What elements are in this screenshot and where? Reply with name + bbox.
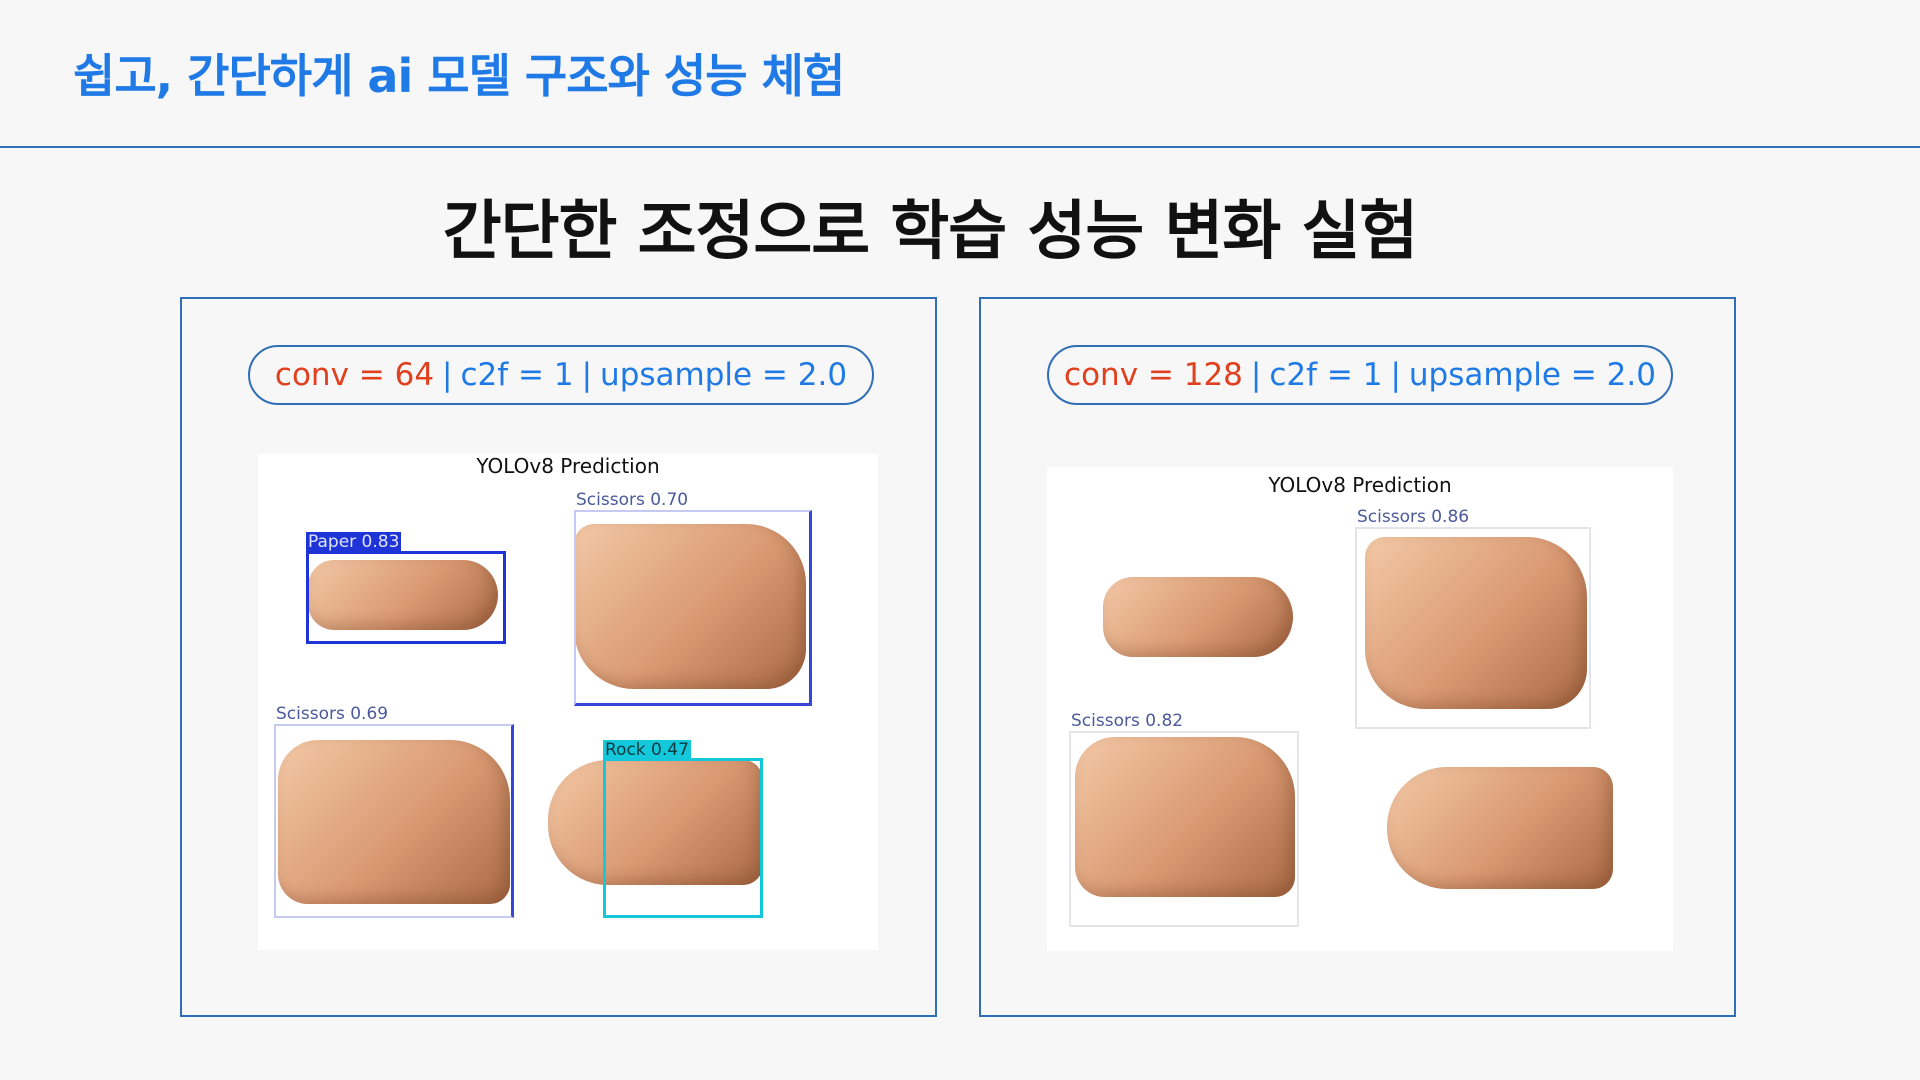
config-pill: conv = 128 | c2f = 1 | upsample = 2.0 bbox=[1047, 345, 1673, 405]
detection-box-rock bbox=[603, 758, 763, 918]
config-pill: conv = 64 | c2f = 1 | upsample = 2.0 bbox=[248, 345, 874, 405]
detection-label: Rock 0.47 bbox=[603, 740, 691, 760]
conv-setting: conv = 128 bbox=[1064, 357, 1243, 393]
prediction-figure: YOLOv8 Prediction Paper 0.83 Scissors 0.… bbox=[258, 454, 878, 950]
detection-label: Scissors 0.70 bbox=[576, 490, 689, 510]
detection-box-scissors bbox=[574, 510, 812, 706]
figure-title: YOLOv8 Prediction bbox=[1268, 473, 1452, 497]
upsample-setting: upsample = 2.0 bbox=[600, 357, 848, 393]
separator: | bbox=[442, 357, 453, 393]
detection-label: Scissors 0.86 bbox=[1357, 507, 1470, 527]
separator: | bbox=[1250, 357, 1262, 393]
paper-hand-image bbox=[1103, 577, 1293, 657]
rock-hand-image bbox=[1387, 767, 1613, 889]
page-title: 간단한 조정으로 학습 성능 변화 실험 bbox=[442, 195, 1419, 269]
header-divider bbox=[0, 146, 1920, 148]
c2f-setting: c2f = 1 bbox=[460, 357, 574, 393]
figure-title: YOLOv8 Prediction bbox=[476, 454, 660, 478]
upsample-setting: upsample = 2.0 bbox=[1408, 357, 1656, 393]
header-title: 쉽고, 간단하게 ai 모델 구조와 성능 체험 bbox=[73, 49, 845, 103]
detection-box-scissors bbox=[274, 724, 514, 918]
conv-setting: conv = 64 bbox=[274, 357, 435, 393]
detection-box-scissors bbox=[1355, 527, 1591, 729]
detection-label: Paper 0.83 bbox=[306, 532, 402, 552]
detection-box-scissors bbox=[1069, 731, 1299, 927]
detection-label: Scissors 0.69 bbox=[276, 704, 389, 724]
experiment-panel-conv128: conv = 128 | c2f = 1 | upsample = 2.0 YO… bbox=[979, 297, 1736, 1017]
detection-label: Scissors 0.82 bbox=[1071, 711, 1184, 731]
experiment-panel-conv64: conv = 64 | c2f = 1 | upsample = 2.0 YOL… bbox=[180, 297, 937, 1017]
separator: | bbox=[1390, 357, 1401, 393]
prediction-figure: YOLOv8 Prediction Scissors 0.86 Scissors… bbox=[1047, 467, 1673, 951]
detection-box-paper bbox=[306, 551, 506, 644]
separator: | bbox=[581, 357, 593, 393]
c2f-setting: c2f = 1 bbox=[1269, 357, 1383, 393]
